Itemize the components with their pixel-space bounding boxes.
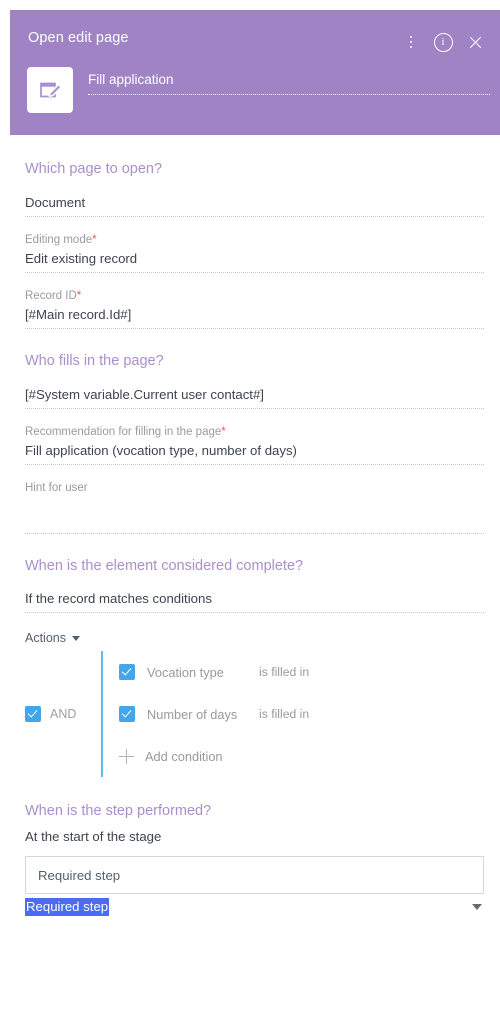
task-name-field[interactable]: Fill application <box>88 72 490 95</box>
condition-field-label: Vocation type <box>147 664 224 680</box>
group-checkbox[interactable] <box>25 706 41 722</box>
field-record-id-value: [#Main record.Id#] <box>25 307 132 322</box>
condition-operator-label: is filled in <box>259 665 310 679</box>
field-page[interactable]: Document <box>0 195 500 217</box>
dialog-title: Open edit page <box>28 30 129 46</box>
dialog-body: Which page to open? Document Editing mod… <box>0 135 500 920</box>
field-recommendation[interactable]: Recommendation for filling in the page* … <box>0 426 500 465</box>
field-completion-rule-value: If the record matches conditions <box>25 591 212 606</box>
conditions-block: AND Vocation type is filled in Number of… <box>0 651 500 777</box>
required-asterisk: * <box>221 426 226 438</box>
close-icon <box>468 35 483 50</box>
step-type-select-value: Required step <box>38 867 121 883</box>
add-condition-label: Add condition <box>145 748 223 764</box>
group-operator-label: AND <box>50 707 77 721</box>
kebab-menu-button[interactable] <box>396 27 426 57</box>
field-record-id-label: Record ID* <box>25 290 82 302</box>
field-hint-for-user[interactable]: Hint for user <box>0 482 500 534</box>
field-record-id[interactable]: Record ID* [#Main record.Id#] <box>0 290 500 329</box>
close-button[interactable] <box>460 27 490 57</box>
field-hint-for-user-label: Hint for user <box>25 482 88 494</box>
section-heading-complete: When is the element considered complete? <box>25 558 304 574</box>
condition-checkbox[interactable] <box>119 664 135 680</box>
task-name-value: Fill application <box>88 72 174 87</box>
field-who-fills[interactable]: [#System variable.Current user contact#] <box>0 387 500 409</box>
section-heading-who-fills: Who fills in the page? <box>25 353 164 369</box>
condition-operator-label: is filled in <box>259 707 310 721</box>
field-editing-mode[interactable]: Editing mode* Edit existing record <box>0 234 500 273</box>
field-editing-mode-label: Editing mode* <box>25 234 97 246</box>
field-recommendation-value: Fill application (vocation type, number … <box>25 443 297 458</box>
step-type-select-box[interactable]: Required step <box>25 856 484 894</box>
step-type-dropdown-value: Required step <box>25 897 110 917</box>
chevron-down-icon[interactable] <box>472 904 482 910</box>
condition-field-label: Number of days <box>147 706 238 722</box>
field-who-fills-value: [#System variable.Current user contact#] <box>25 387 264 402</box>
info-button[interactable]: i <box>428 27 458 57</box>
field-recommendation-label: Recommendation for filling in the page* <box>25 426 226 438</box>
field-page-value: Document <box>25 195 86 210</box>
step-subtitle-value: At the start of the stage <box>25 829 162 844</box>
required-asterisk: * <box>92 234 97 246</box>
conditions-group-operator: AND <box>25 651 101 777</box>
info-icon: i <box>433 32 453 52</box>
dialog-header: Open edit page i Fill application <box>10 10 500 135</box>
section-heading-which-page: Which page to open? <box>25 161 163 177</box>
field-hint-for-user-value <box>25 499 484 520</box>
task-name-underline <box>88 94 490 95</box>
add-condition-button[interactable]: Add condition <box>119 735 500 777</box>
task-icon-tile <box>27 67 73 113</box>
edit-document-icon <box>38 78 62 102</box>
conditions-list: Vocation type is filled in Number of day… <box>103 651 500 777</box>
condition-row[interactable]: Vocation type is filled in <box>119 651 500 693</box>
field-completion-rule[interactable]: If the record matches conditions <box>0 591 500 613</box>
header-actions: i <box>396 27 490 57</box>
actions-label: Actions <box>25 631 66 645</box>
chevron-down-icon <box>72 635 80 641</box>
plus-icon <box>119 748 134 764</box>
step-type-dropdown[interactable]: Required step <box>25 894 484 920</box>
kebab-menu-icon <box>409 35 413 49</box>
field-editing-mode-value: Edit existing record <box>25 251 138 266</box>
actions-dropdown[interactable]: Actions <box>0 631 80 645</box>
condition-checkbox[interactable] <box>119 706 135 722</box>
condition-row[interactable]: Number of days is filled in <box>119 693 500 735</box>
section-heading-step-performed: When is the step performed? <box>25 803 212 819</box>
required-asterisk: * <box>76 290 82 302</box>
step-subtitle: At the start of the stage <box>0 829 500 850</box>
